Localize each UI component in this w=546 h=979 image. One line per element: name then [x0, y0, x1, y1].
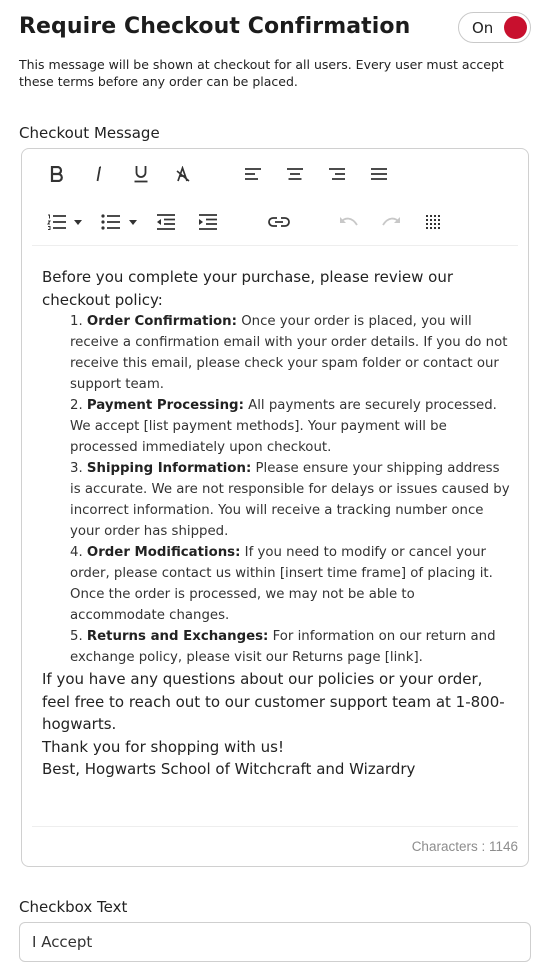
align-right-icon [328, 167, 346, 181]
editor-content[interactable]: Before you complete your purchase, pleas… [42, 266, 512, 781]
align-right-button[interactable] [322, 159, 352, 189]
policy-list: 1. Order Confirmation: Once your order i… [42, 311, 512, 668]
chevron-down-icon [129, 219, 137, 225]
unordered-list-icon [101, 214, 121, 230]
link-button[interactable] [264, 207, 294, 237]
align-left-icon [244, 167, 262, 181]
message-outro: If you have any questions about our poli… [42, 670, 505, 733]
align-justify-icon [370, 167, 388, 181]
editor-footer: Characters : 1146 [32, 826, 518, 866]
redo-button[interactable] [376, 207, 406, 237]
checkbox-text-label: Checkbox Text [19, 898, 128, 916]
undo-icon [339, 216, 359, 228]
list-item: 4. Order Modifications: If you need to m… [70, 545, 493, 623]
message-intro: Before you complete your purchase, pleas… [42, 268, 454, 309]
description: This message will be shown at checkout f… [19, 57, 504, 89]
ordered-list-button[interactable] [42, 207, 72, 237]
indent-icon [198, 214, 218, 230]
redo-icon [381, 216, 401, 228]
indent-button[interactable] [193, 207, 223, 237]
outdent-icon [156, 214, 176, 230]
message-signature: Best, Hogwarts School of Witchcraft and … [42, 760, 416, 778]
toggle-label: On [472, 19, 494, 37]
checkout-message-label: Checkout Message [19, 124, 160, 142]
unordered-list-button[interactable] [96, 207, 126, 237]
message-thanks: Thank you for shopping with us! [42, 737, 284, 756]
link-icon [268, 216, 290, 228]
list-item: 2. Payment Processing: All payments are … [70, 398, 497, 455]
align-center-button[interactable] [280, 159, 310, 189]
list-item: 5. Returns and Exchanges: For informatio… [70, 629, 496, 665]
rich-text-editor[interactable]: Before you complete your purchase, pleas… [21, 148, 529, 867]
table-icon [426, 215, 440, 229]
header: Require Checkout Confirmation On [19, 12, 531, 46]
italic-icon [94, 166, 104, 182]
bold-icon [50, 166, 64, 182]
align-justify-button[interactable] [364, 159, 394, 189]
align-left-button[interactable] [238, 159, 268, 189]
toggle-knob [504, 16, 527, 39]
ordered-list-icon [47, 214, 67, 230]
checkbox-text-input[interactable] [19, 922, 531, 962]
italic-button[interactable] [84, 159, 114, 189]
clear-format-icon [175, 166, 191, 182]
bold-button[interactable] [42, 159, 72, 189]
table-button[interactable] [418, 207, 448, 237]
underline-button[interactable] [126, 159, 156, 189]
list-item: 1. Order Confirmation: Once your order i… [70, 314, 508, 392]
ordered-list-dropdown[interactable] [70, 207, 86, 237]
clear-format-button[interactable] [168, 159, 198, 189]
undo-button[interactable] [334, 207, 364, 237]
list-item: 3. Shipping Information: Please ensure y… [70, 461, 510, 539]
chevron-down-icon [74, 219, 82, 225]
outdent-button[interactable] [151, 207, 181, 237]
editor-toolbar [32, 149, 518, 246]
page-title: Require Checkout Confirmation [19, 14, 411, 39]
underline-icon [134, 165, 148, 183]
unordered-list-dropdown[interactable] [125, 207, 141, 237]
confirmation-toggle[interactable]: On [458, 12, 531, 43]
align-center-icon [286, 167, 304, 181]
character-count: Characters : 1146 [411, 839, 518, 854]
